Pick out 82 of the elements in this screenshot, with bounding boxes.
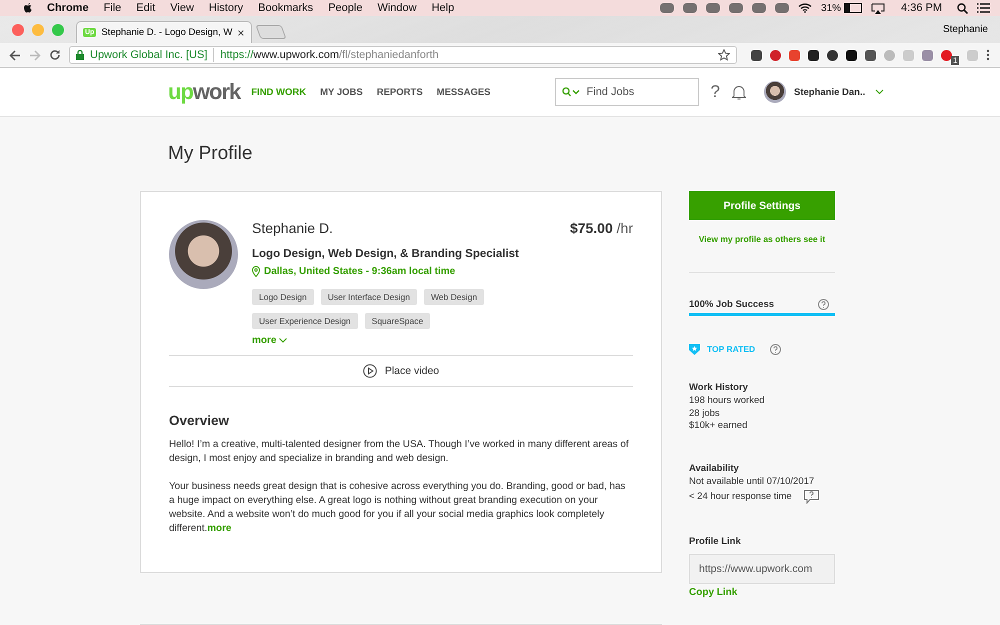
browser-profile-name[interactable]: Stephanie [942, 24, 988, 35]
status-menu-icon[interactable] [706, 3, 720, 13]
page-title: My Profile [168, 143, 254, 166]
avatar[interactable] [764, 81, 786, 103]
more-menu-icon[interactable] [986, 49, 990, 61]
menu-item[interactable]: Bookmarks [258, 2, 314, 14]
shield-badge-icon [689, 343, 700, 355]
overview-paragraph: Your business needs great design that is cohesive across everything you do. Branding, good or bad, has a huge impact on everything else. A great logo is nothing without great branding execution on your website. And a website won’t do much good for you if all your social media graphics look completely different.more [169, 480, 626, 536]
job-success-label: 100% Job Success [689, 299, 774, 310]
address-bar[interactable]: Upwork Global Inc. [US] https://www.upwork.com/fl/stephaniedanforth [69, 46, 737, 64]
availability-heading: Availability [689, 462, 740, 474]
extension-icon[interactable] [846, 50, 857, 60]
upwork-logo[interactable]: upwork [168, 79, 240, 105]
work-history-heading: Work History [689, 382, 749, 393]
skill-tag[interactable]: User Experience Design [252, 313, 358, 329]
help-icon[interactable]: ? [710, 82, 720, 102]
extension-icon[interactable] [941, 50, 952, 60]
speech-bubble-help-icon[interactable] [804, 490, 819, 504]
search-icon[interactable] [957, 2, 968, 14]
status-menu-icon[interactable] [752, 3, 766, 13]
reload-icon[interactable] [49, 49, 61, 61]
skill-tag[interactable]: SquareSpace [364, 313, 430, 329]
star-icon[interactable] [718, 49, 730, 61]
chevron-down-icon[interactable] [875, 89, 884, 95]
close-window-button[interactable] [12, 24, 24, 36]
menu-item[interactable]: People [328, 2, 362, 14]
airplay-icon[interactable] [871, 2, 886, 14]
nav-link[interactable]: REPORTS [376, 86, 423, 98]
extension-icon[interactable] [865, 50, 876, 60]
location-text: Dallas, United States - 9:36am local time [264, 266, 456, 277]
work-history-stat: 28 jobs [689, 408, 721, 420]
extension-icon[interactable] [808, 50, 819, 60]
profile-link-field[interactable]: https://www.upwork.com [689, 554, 835, 584]
availability-status: Not available until 07/10/2017 [689, 476, 816, 488]
hourly-rate: $75.00 /hr [570, 220, 633, 236]
work-history-stat: $10k+ earned [689, 420, 748, 432]
menu-item[interactable]: Window [377, 2, 417, 14]
search-field[interactable]: Find Jobs [554, 78, 699, 106]
skill-tag[interactable]: Web Design [424, 289, 484, 305]
battery-icon[interactable] [844, 3, 862, 13]
extension-icon[interactable] [827, 50, 838, 60]
status-menu-icon[interactable] [775, 3, 790, 13]
tab-title: Stephanie D. - Logo Design, W [101, 27, 232, 38]
user-menu[interactable]: Stephanie Dan.. [794, 86, 866, 98]
clock[interactable]: 4:36 PM [901, 2, 942, 14]
wifi-icon[interactable] [798, 3, 812, 13]
menu-item[interactable]: History [208, 2, 244, 14]
place-video-button[interactable]: Place video [169, 355, 633, 387]
menu-item[interactable]: View [170, 2, 194, 14]
status-menu-icon[interactable] [683, 3, 698, 13]
extension-badge: 1 [951, 56, 960, 65]
status-menu-icon[interactable] [660, 3, 674, 13]
nav-link[interactable]: MESSAGES [436, 86, 491, 98]
chevron-down-icon [279, 338, 288, 343]
location-pin-icon [252, 266, 260, 277]
play-icon [362, 364, 377, 378]
lock-icon [76, 50, 84, 60]
top-rated-label: TOP RATED [707, 344, 756, 354]
extension-icon[interactable] [751, 50, 762, 60]
menu-item[interactable]: Edit [136, 2, 156, 14]
list-icon[interactable] [977, 3, 990, 13]
notification-bell-icon[interactable] [732, 84, 746, 100]
menu-item[interactable]: Help [432, 2, 454, 14]
response-time: < 24 hour response time [689, 490, 792, 504]
apple-logo-icon[interactable] [23, 2, 33, 14]
help-icon[interactable] [818, 299, 829, 310]
back-icon[interactable] [9, 50, 21, 60]
freelancer-name: Stephanie D. [252, 220, 333, 236]
close-tab-button[interactable]: × [237, 26, 244, 40]
battery-percent: 31% [821, 2, 842, 14]
status-menu-icon[interactable] [729, 3, 744, 13]
skill-tag[interactable]: Logo Design [252, 289, 314, 305]
help-icon[interactable] [770, 344, 782, 354]
menu-item[interactable]: File [104, 2, 122, 14]
overview-paragraph: Hello! I’m a creative, multi-talented designer from the USA. Though I’ve worked in many different areas of design, I most enjoy and specialize in branding and web design. [169, 438, 630, 466]
menu-item[interactable]: Chrome [47, 2, 89, 14]
nav-link[interactable]: MY JOBS [320, 86, 363, 98]
overview-heading: Overview [169, 413, 230, 428]
skill-tag[interactable]: User Interface Design [320, 289, 417, 305]
profile-link-heading: Profile Link [689, 536, 742, 547]
profile-headline: Logo Design, Web Design, & Branding Specialist [252, 248, 520, 260]
work-history-stat: 198 hours worked [689, 395, 766, 408]
